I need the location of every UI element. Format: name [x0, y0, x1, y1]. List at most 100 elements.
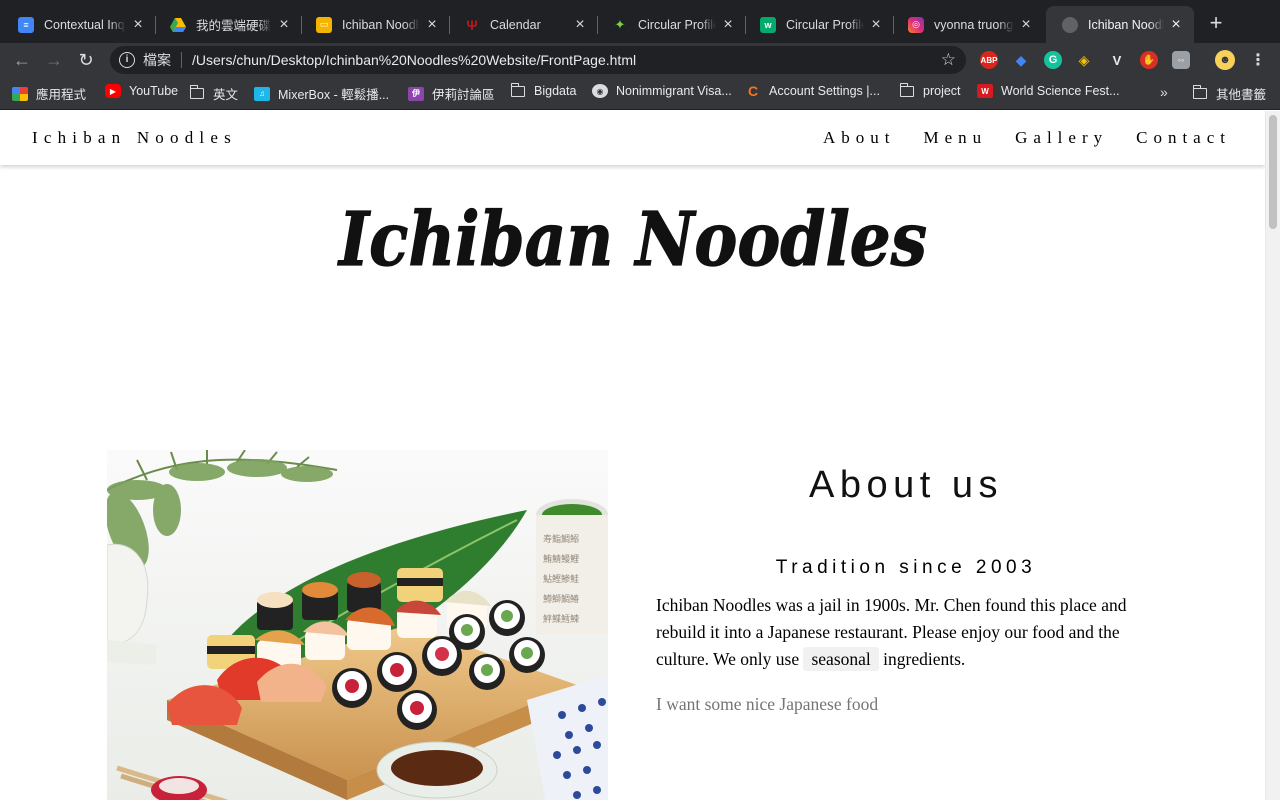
about-body-end: ingredients. — [883, 649, 966, 669]
google-drive-icon — [170, 17, 186, 33]
logo-text: Ichiban Noodles — [337, 197, 927, 281]
tab-title: vyonna truong — [934, 17, 1014, 32]
bookmark-label: YouTube — [129, 84, 179, 98]
bookmark-folder-project[interactable]: project — [899, 82, 961, 98]
about-heading: About us — [809, 464, 1003, 506]
bookmark-apps[interactable]: 應用程式 — [12, 84, 86, 103]
vimium-icon[interactable]: V — [1108, 51, 1126, 69]
tab-circular-profile-2[interactable]: w Circular Profile Picture × — [744, 6, 894, 43]
bookmark-label: World Science Fest... — [1001, 84, 1120, 98]
folder-icon — [189, 85, 204, 99]
bookmark-mixerbox[interactable]: ♫ MixerBox - 輕鬆播... — [254, 84, 389, 103]
bookmark-label: 其他書籤 — [1216, 88, 1267, 102]
codepen-icon: ✦ — [614, 16, 626, 32]
tab-contextual-inquiry[interactable]: ≡ Contextual Inquiry × — [2, 6, 156, 43]
google-slides-icon: ▭ — [316, 16, 332, 33]
sushi-platter-image: 寿鮨鯛鰯鮪鯖鰻鯉鮎鰹鯵鮭鱒鰤鯛鰆鮃鰈鱈鰊 — [107, 450, 608, 800]
site-logo: Ichiban Noodles — [337, 196, 928, 281]
close-icon[interactable]: × — [720, 16, 736, 34]
address-bar[interactable]: i 檔案 /Users/chun/Desktop/Ichinban%20Nood… — [110, 46, 966, 74]
tab-ichiban-slides[interactable]: ▭ Ichiban Noodles × — [300, 6, 450, 43]
svg-text:鮃鰈鱈鰊: 鮃鰈鱈鰊 — [543, 613, 579, 625]
page-viewport: Ichiban Noodles About Menu Gallery Conta… — [0, 111, 1280, 800]
bookmark-label: Nonimmigrant Visa... — [616, 84, 732, 98]
crunchyroll-icon: C — [747, 83, 759, 99]
about-body: Ichiban Noodles was a jail in 1900s. Mr.… — [656, 592, 1156, 673]
tab-calendar[interactable]: Ψ Calendar × — [448, 6, 598, 43]
apps-grid-icon — [12, 86, 28, 101]
reload-icon[interactable]: ↻ — [75, 49, 97, 71]
scheme-label: 檔案 — [143, 52, 171, 68]
bookmark-world-science[interactable]: W World Science Fest... — [977, 84, 1120, 98]
new-tab-button[interactable]: + — [1204, 12, 1228, 36]
forward-arrow-icon[interactable]: → — [43, 49, 65, 71]
bookmark-account-settings[interactable]: C Account Settings |... — [745, 83, 880, 99]
bookmark-label: 伊莉討論區 — [432, 88, 495, 102]
browser-toolbar: ← → ↻ i 檔案 /Users/chun/Desktop/Ichinban%… — [0, 43, 1280, 77]
close-icon[interactable]: × — [1168, 16, 1184, 34]
bookmarks-bar: 應用程式 ▶ YouTube 英文 ♫ MixerBox - 輕鬆播... 伊 … — [0, 77, 1280, 110]
seasonal-highlight: seasonal — [803, 647, 879, 671]
tab-instagram[interactable]: ◎ vyonna truong × — [892, 6, 1044, 43]
bookmark-visa[interactable]: ◉ Nonimmigrant Visa... — [592, 84, 732, 98]
youtube-icon: ▶ — [105, 84, 121, 98]
close-icon[interactable]: × — [130, 16, 146, 34]
site-navbar: Ichiban Noodles About Menu Gallery Conta… — [0, 111, 1265, 165]
adblock-plus-icon[interactable]: ABP — [980, 51, 998, 69]
close-icon[interactable]: × — [276, 16, 292, 34]
bookmark-star-icon[interactable]: ☆ — [941, 50, 956, 70]
back-arrow-icon[interactable]: ← — [11, 49, 33, 71]
grammarly-icon[interactable]: G — [1044, 51, 1062, 69]
nav-link-about[interactable]: About — [823, 128, 896, 148]
chevron-double-right-icon[interactable]: » — [1160, 84, 1168, 100]
bookmark-folder-english[interactable]: 英文 — [189, 84, 239, 103]
bookmark-folder-other[interactable]: 其他書籤 — [1192, 84, 1267, 103]
eyny-icon: 伊 — [408, 86, 424, 101]
close-icon[interactable]: × — [572, 16, 588, 34]
page-scrollbar[interactable] — [1265, 111, 1280, 800]
nav-link-contact[interactable]: Contact — [1136, 128, 1231, 148]
folder-icon — [899, 82, 914, 97]
bookmark-label: Bigdata — [534, 84, 577, 98]
bookmark-manager-icon[interactable]: ◆ — [1012, 51, 1030, 69]
globe-icon: ◉ — [592, 84, 608, 98]
about-section: About us Tradition since 2003 Ichiban No… — [656, 464, 1156, 718]
svg-text:寿鮨鯛鰯: 寿鮨鯛鰯 — [543, 533, 579, 545]
bookmark-folder-bigdata[interactable]: Bigdata — [510, 82, 577, 98]
scrollbar-thumb[interactable] — [1269, 115, 1277, 229]
svg-text:鮎鰹鯵鮭: 鮎鰹鯵鮭 — [543, 573, 579, 585]
bookmark-label: Account Settings |... — [769, 84, 880, 98]
globe-icon — [1062, 16, 1078, 33]
nav-link-menu[interactable]: Menu — [923, 128, 987, 148]
more-menu-icon[interactable]: ⋮ — [1250, 50, 1266, 70]
tab-circular-profile-1[interactable]: ✦ Circular Profile Picture × — [596, 6, 746, 43]
svg-text:鱒鰤鯛鰆: 鱒鰤鯛鰆 — [543, 593, 579, 605]
close-icon[interactable]: × — [424, 16, 440, 34]
tab-title: Circular Profile Picture — [786, 17, 864, 32]
url-text[interactable]: /Users/chun/Desktop/Ichinban%20Noodles%2… — [192, 52, 941, 68]
calendar-icon: Ψ — [466, 16, 478, 33]
tab-title: Ichiban Noodles — [1088, 17, 1164, 32]
site-brand[interactable]: Ichiban Noodles — [32, 128, 237, 148]
about-quote: I want some nice Japanese food — [656, 694, 879, 714]
close-icon[interactable]: × — [868, 16, 884, 34]
stop-hand-icon[interactable]: ✋ — [1140, 51, 1158, 69]
info-icon[interactable]: i — [119, 52, 135, 68]
line-icon[interactable]: ◦◦ — [1172, 51, 1190, 69]
bookmark-youtube[interactable]: ▶ YouTube — [105, 84, 178, 98]
bookmark-label: project — [923, 84, 961, 98]
w3schools-icon: w — [760, 16, 776, 33]
bookmark-eyny[interactable]: 伊 伊莉討論區 — [408, 84, 495, 103]
nav-link-gallery[interactable]: Gallery — [1015, 128, 1108, 148]
tab-title: Contextual Inquiry — [44, 17, 126, 32]
keeper-icon[interactable]: ◈ — [1075, 51, 1093, 69]
close-icon[interactable]: × — [1018, 16, 1034, 34]
bookmark-label: 英文 — [213, 88, 239, 102]
profile-avatar-icon[interactable]: ☻ — [1215, 50, 1235, 70]
tab-strip: ≡ Contextual Inquiry × 我的雲端硬碟 - Google ×… — [0, 0, 1280, 43]
tab-ichiban-active[interactable]: Ichiban Noodles × — [1046, 6, 1194, 43]
tab-google-drive[interactable]: 我的雲端硬碟 - Google × — [154, 6, 302, 43]
tab-title: Circular Profile Picture — [638, 17, 716, 32]
tab-title: Ichiban Noodles — [342, 17, 420, 32]
bookmark-label: MixerBox - 輕鬆播... — [278, 88, 390, 102]
